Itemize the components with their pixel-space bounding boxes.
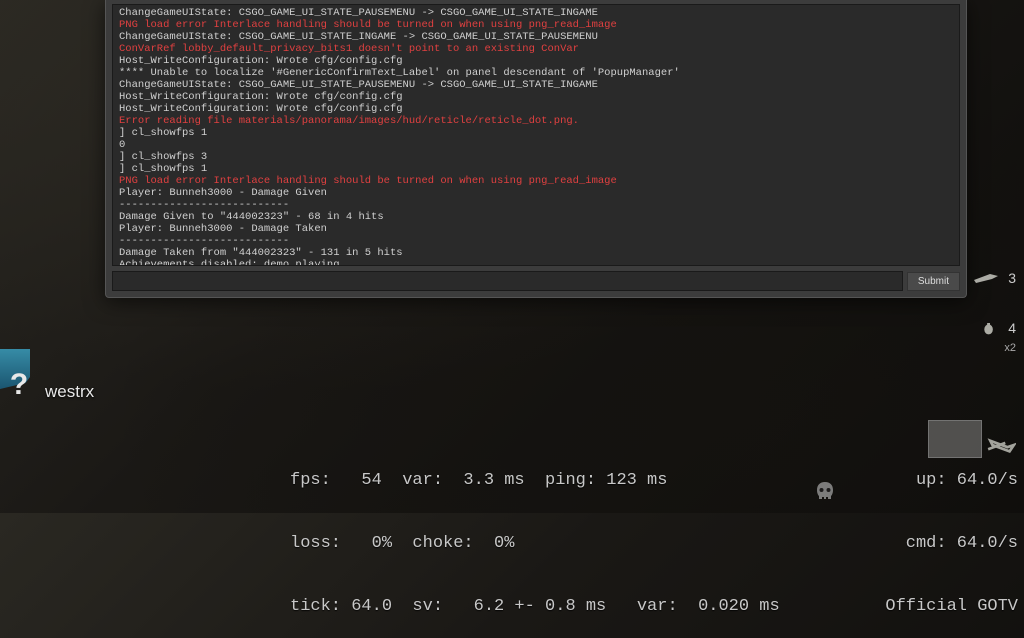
grenade-multiplier: x2 bbox=[1004, 342, 1016, 354]
developer-console: ChangeGameUIState: CSGO_GAME_UI_STATE_PA… bbox=[105, 0, 967, 298]
weapon-slot-4: 4 bbox=[980, 318, 1016, 338]
netgraph-stats: fps: 54 var: 3.3 ms ping: 123 ms loss: 0… bbox=[290, 428, 780, 638]
grenade-icon bbox=[980, 318, 1000, 338]
netgraph-stats-right: up: 64.0/s cmd: 64.0/s Official GOTV bbox=[885, 428, 1018, 638]
slot-number: 3 bbox=[1006, 270, 1016, 286]
netgraph-line-tick: tick: 64.0 sv: 6.2 +- 0.8 ms var: 0.020 … bbox=[290, 596, 780, 617]
netgraph-server: Official GOTV bbox=[885, 596, 1018, 617]
wrench-icon bbox=[986, 436, 1016, 454]
hud-weapon-slots: 3 4 x2 bbox=[968, 270, 1016, 454]
netgraph-line-fps: fps: 54 var: 3.3 ms ping: 123 ms bbox=[290, 470, 780, 491]
weapon-slot-utility bbox=[986, 436, 1016, 454]
knife-icon bbox=[972, 270, 1000, 286]
weapon-slot-3: 3 bbox=[972, 270, 1016, 286]
slot-number: 4 bbox=[1006, 320, 1016, 336]
skull-icon bbox=[814, 480, 836, 502]
console-input-row: Submit bbox=[106, 268, 966, 297]
netgraph-line-loss: loss: 0% choke: 0% bbox=[290, 533, 780, 554]
submit-button[interactable]: Submit bbox=[907, 272, 960, 291]
voice-player-name: westrx bbox=[45, 382, 94, 402]
console-output: ChangeGameUIState: CSGO_GAME_UI_STATE_PA… bbox=[112, 4, 960, 266]
netgraph-up: up: 64.0/s bbox=[885, 470, 1018, 491]
voice-question-icon: ? bbox=[5, 368, 33, 400]
netgraph-cmd: cmd: 64.0/s bbox=[885, 533, 1018, 554]
console-input[interactable] bbox=[112, 271, 903, 291]
